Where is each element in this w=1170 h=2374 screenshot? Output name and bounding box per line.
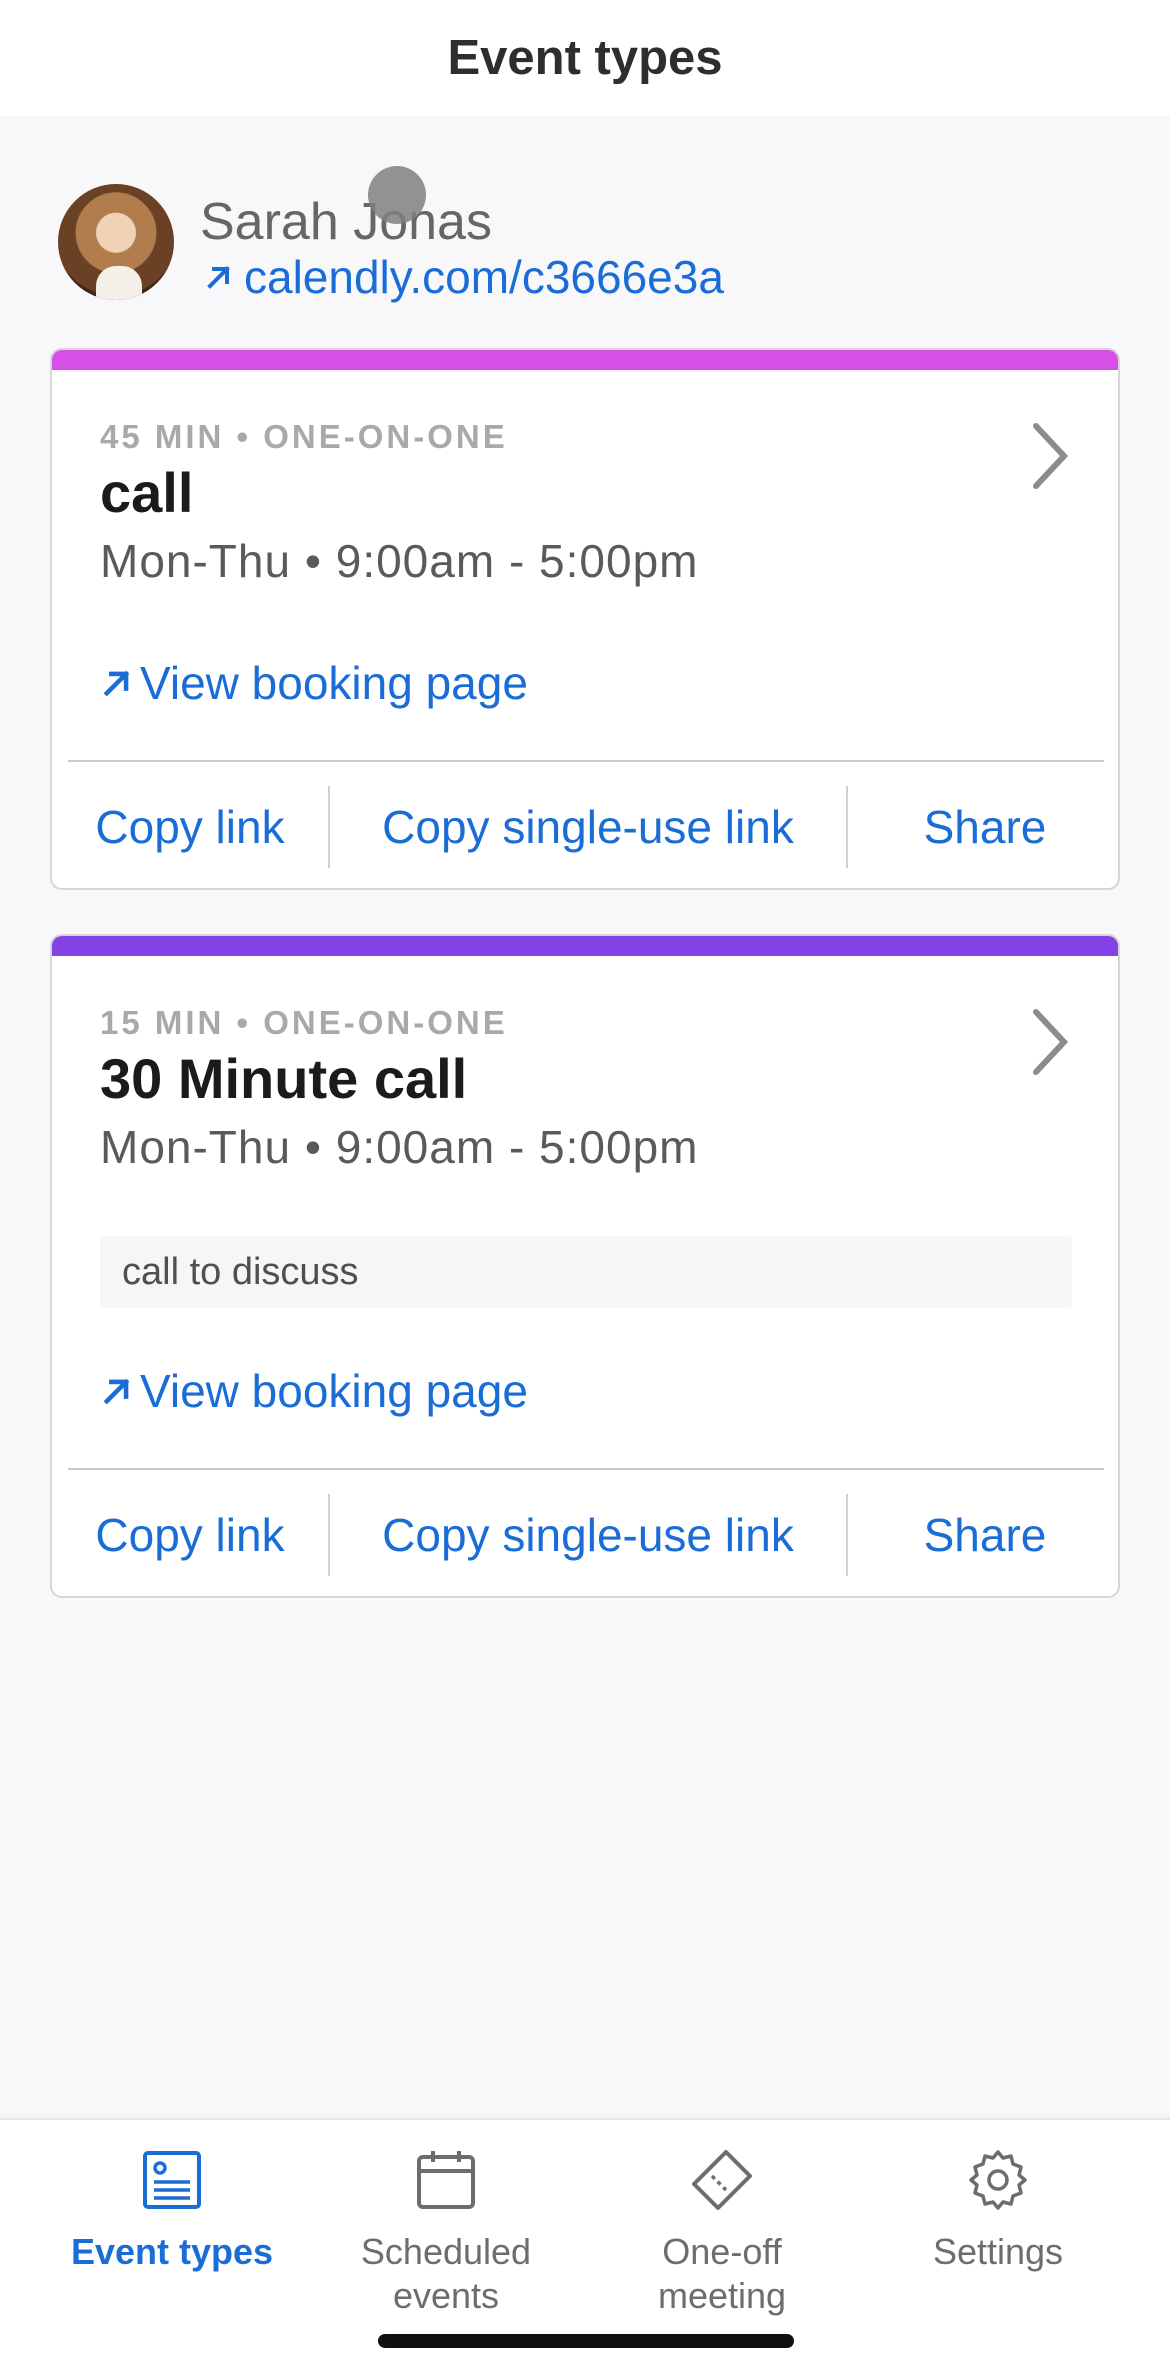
view-booking-page-link[interactable]: View booking page — [100, 656, 528, 710]
copy-link-button[interactable]: Copy link — [52, 1474, 328, 1596]
tab-event-types[interactable]: Event types — [26, 2148, 318, 2274]
touch-indicator — [368, 166, 426, 224]
event-color-bar — [52, 350, 1118, 370]
tab-scheduled-events[interactable]: Scheduled events — [300, 2148, 592, 2318]
divider — [68, 760, 1104, 762]
event-title: 30 Minute call — [100, 1047, 468, 1110]
event-meta: 15 MIN • ONE-ON-ONE — [100, 1004, 508, 1041]
calendar-icon — [417, 2151, 475, 2209]
tab-label: Scheduled events — [360, 2231, 532, 2316]
event-schedule: Mon-Thu • 9:00am - 5:00pm — [100, 535, 699, 587]
event-color-bar — [52, 936, 1118, 956]
copy-single-use-link-button[interactable]: Copy single-use link — [330, 766, 846, 888]
event-actions: Copy link Copy single-use link Share — [52, 766, 1118, 888]
divider — [68, 1468, 1104, 1470]
tab-one-off-meeting[interactable]: One-off meeting — [576, 2148, 868, 2318]
event-card[interactable]: 15 MIN • ONE-ON-ONE 30 Minute call Mon-T… — [50, 934, 1120, 1598]
external-arrow-icon — [103, 1378, 130, 1405]
event-meta: 45 MIN • ONE-ON-ONE — [100, 418, 508, 455]
profile-name: Sarah Jonas — [200, 193, 492, 251]
tab-label: One-off meeting — [657, 2231, 787, 2316]
tab-label: Settings — [932, 2231, 1064, 2272]
avatar[interactable] — [58, 184, 174, 300]
event-schedule: Mon-Thu • 9:00am - 5:00pm — [100, 1121, 699, 1173]
copy-single-use-link-button[interactable]: Copy single-use link — [330, 1474, 846, 1596]
external-arrow-icon — [103, 670, 130, 697]
event-types-icon — [143, 2151, 201, 2209]
share-button[interactable]: Share — [848, 1474, 1118, 1596]
event-actions: Copy link Copy single-use link Share — [52, 1474, 1118, 1596]
profile-link[interactable]: calendly.com/c3666e3a — [204, 250, 724, 304]
gear-icon — [969, 2150, 1027, 2210]
home-indicator — [378, 2334, 794, 2348]
top-bar: Event types — [0, 0, 1170, 116]
event-description: call to discuss — [100, 1236, 1072, 1308]
profile-link-text: calendly.com/c3666e3a — [244, 251, 724, 303]
page-title: Event types — [447, 31, 723, 85]
event-card[interactable]: 45 MIN • ONE-ON-ONE call Mon-Thu • 9:00a… — [50, 348, 1120, 890]
tab-settings[interactable]: Settings — [852, 2148, 1144, 2274]
view-booking-page-link[interactable]: View booking page — [100, 1364, 528, 1418]
event-title: call — [100, 461, 194, 524]
chevron-right-icon[interactable] — [1026, 1002, 1076, 1082]
copy-link-button[interactable]: Copy link — [52, 766, 328, 888]
ticket-icon — [692, 2150, 752, 2210]
share-button[interactable]: Share — [848, 766, 1118, 888]
external-arrow-icon — [207, 266, 230, 289]
tab-label: Event types — [70, 2231, 274, 2272]
chevron-right-icon[interactable] — [1026, 416, 1076, 496]
profile-header: Sarah Jonas calendly.com/c3666e3a — [58, 184, 1108, 304]
